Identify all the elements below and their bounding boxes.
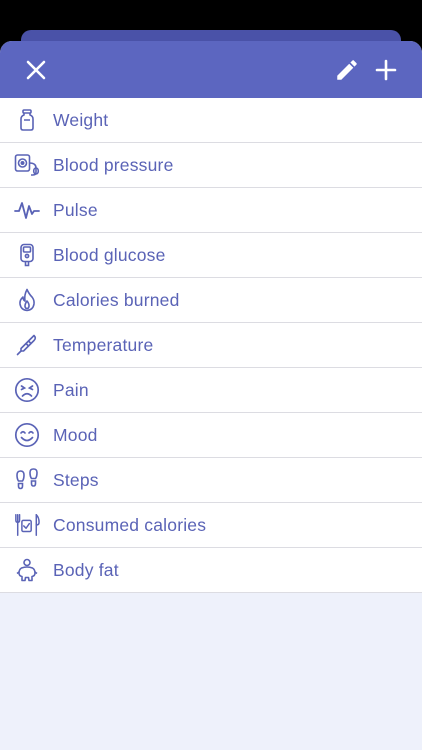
- plus-icon: [375, 59, 397, 80]
- list-item-weight[interactable]: Weight: [0, 98, 422, 143]
- item-label: Temperature: [53, 334, 154, 355]
- measurements-sheet: Weight Blood pressure Pulse Blood glucos…: [0, 41, 422, 750]
- edit-button[interactable]: [325, 41, 369, 98]
- header-bar: [0, 41, 422, 98]
- list-item-blood-pressure[interactable]: Blood pressure: [0, 143, 422, 188]
- list-item-pulse[interactable]: Pulse: [0, 188, 422, 233]
- item-label: Body fat: [53, 559, 119, 580]
- close-icon: [26, 60, 46, 79]
- measurement-list: Weight Blood pressure Pulse Blood glucos…: [0, 98, 422, 593]
- flame-icon: [19, 288, 35, 312]
- smile-face-icon: [14, 422, 40, 448]
- list-item-temperature[interactable]: Temperature: [0, 323, 422, 368]
- weight-icon: [20, 109, 34, 131]
- item-label: Consumed calories: [53, 514, 207, 535]
- item-label: Pulse: [53, 199, 98, 220]
- thermometer-icon: [16, 334, 37, 356]
- pencil-icon: [337, 59, 357, 80]
- add-button[interactable]: [364, 41, 408, 98]
- item-label: Pain: [53, 379, 89, 400]
- item-label: Steps: [53, 469, 99, 490]
- pain-face-icon: [14, 377, 40, 403]
- list-item-consumed-calories[interactable]: Consumed calories: [0, 503, 422, 548]
- item-label: Calories burned: [53, 289, 180, 310]
- list-item-mood[interactable]: Mood: [0, 413, 422, 458]
- list-item-body-fat[interactable]: Body fat: [0, 548, 422, 593]
- footprints-icon: [16, 468, 38, 490]
- blood-pressure-icon: [14, 154, 40, 176]
- list-item-blood-glucose[interactable]: Blood glucose: [0, 233, 422, 278]
- item-label: Blood glucose: [53, 244, 166, 265]
- list-item-calories-burned[interactable]: Calories burned: [0, 278, 422, 323]
- list-item-pain[interactable]: Pain: [0, 368, 422, 413]
- item-label: Mood: [53, 424, 98, 445]
- close-button[interactable]: [14, 41, 58, 98]
- glucometer-icon: [20, 243, 34, 267]
- pulse-icon: [14, 202, 40, 219]
- body-icon: [16, 558, 38, 582]
- item-label: Blood pressure: [53, 154, 174, 175]
- cutlery-icon: [15, 514, 40, 536]
- item-label: Weight: [53, 109, 109, 130]
- list-item-steps[interactable]: Steps: [0, 458, 422, 503]
